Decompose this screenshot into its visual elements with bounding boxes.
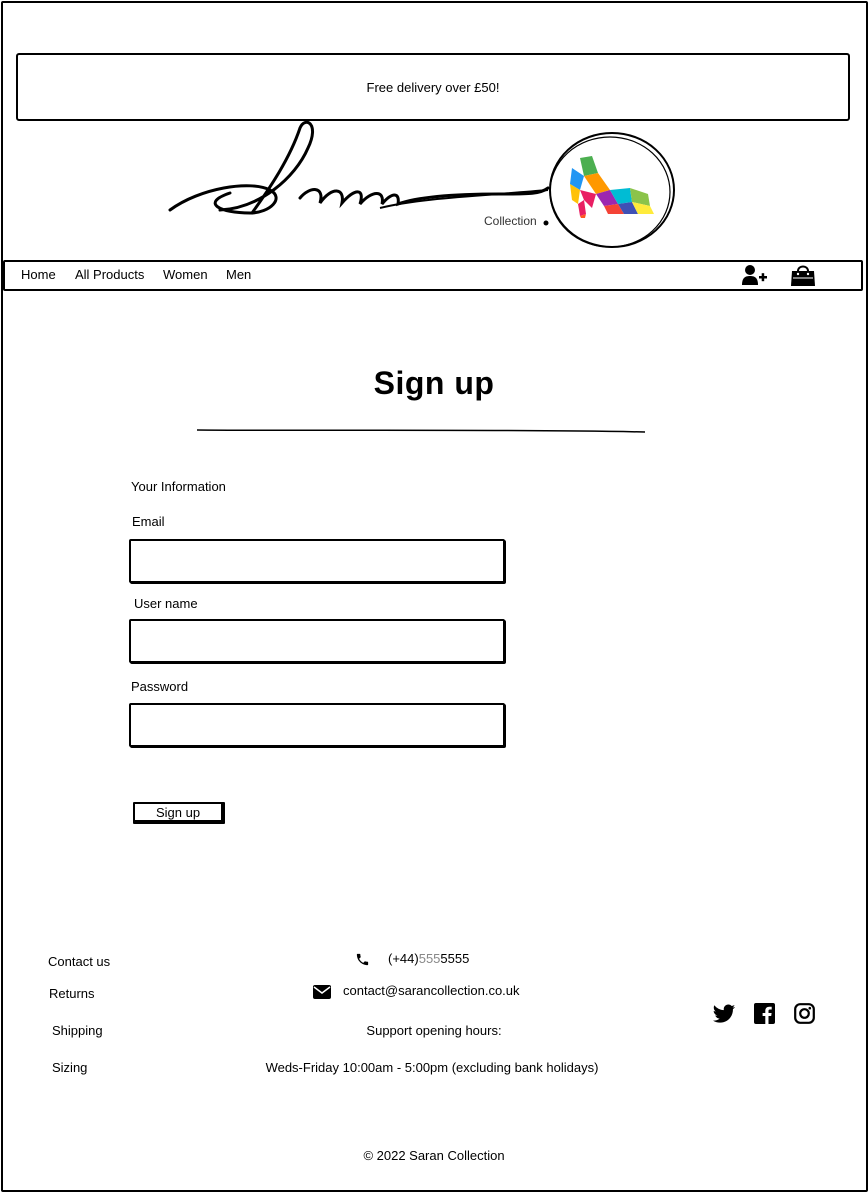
footer-link-returns[interactable]: Returns — [49, 986, 95, 1001]
phone-mid: 555 — [418, 951, 441, 966]
phone-prefix: (+44) — [388, 951, 419, 966]
nav-link-men[interactable]: Men — [226, 267, 251, 282]
contact-email[interactable]: contact@sarancollection.co.uk — [343, 983, 520, 998]
sign-up-button[interactable]: Sign up — [133, 802, 225, 824]
nav-link-home[interactable]: Home — [21, 267, 56, 282]
twitter-icon[interactable] — [713, 1004, 736, 1024]
title-divider — [196, 429, 646, 433]
support-hours: Weds-Friday 10:00am - 5:00pm (excluding … — [265, 1060, 599, 1075]
footer-link-contact-us[interactable]: Contact us — [48, 954, 110, 969]
email-label: Email — [132, 514, 165, 529]
saran-collection-logo[interactable]: Collection — [160, 118, 690, 256]
phone-number: (+44)5555555 — [388, 951, 469, 966]
facebook-icon[interactable] — [754, 1003, 775, 1024]
copyright-text: © 2022 Saran Collection — [363, 1148, 505, 1163]
page-title: Sign up — [373, 365, 495, 401]
username-label: User name — [134, 596, 198, 611]
add-user-icon[interactable] — [741, 264, 767, 286]
nav-link-all-products[interactable]: All Products — [75, 267, 144, 282]
email-field[interactable] — [129, 539, 505, 583]
logo-subtitle: Collection — [484, 214, 537, 228]
nav-link-women[interactable]: Women — [163, 267, 208, 282]
envelope-icon — [313, 985, 331, 999]
password-label: Password — [131, 679, 189, 694]
promo-banner: Free delivery over £50! — [16, 53, 850, 121]
password-field[interactable] — [129, 703, 505, 747]
promo-banner-text: Free delivery over £50! — [366, 79, 500, 95]
section-label: Your Information — [131, 479, 226, 494]
username-field[interactable] — [129, 619, 505, 663]
shoe-icon — [570, 156, 654, 218]
main-nav: Home All Products Women Men — [3, 260, 863, 291]
phone-icon — [356, 953, 369, 966]
support-hours-title: Support opening hours: — [366, 1023, 502, 1038]
instagram-icon[interactable] — [794, 1003, 815, 1024]
shopping-bag-icon[interactable] — [790, 263, 816, 287]
phone-suffix: 5555 — [440, 951, 470, 966]
